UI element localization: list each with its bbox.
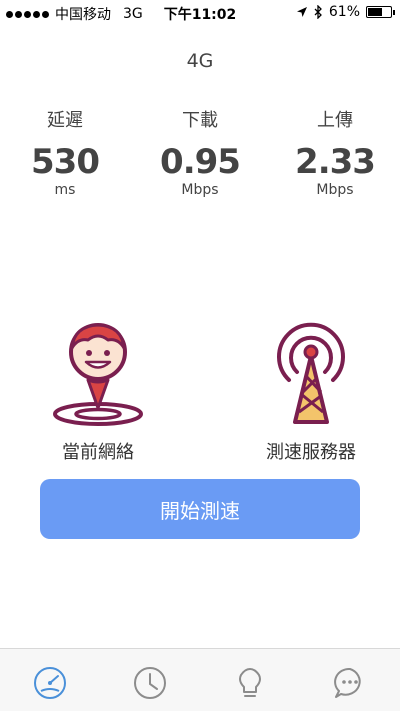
upload-metric: 上傳 2.33 Mbps	[270, 106, 400, 198]
start-test-button[interactable]: 開始測速	[40, 479, 360, 539]
latency-metric: 延遲 530 ms	[0, 106, 130, 198]
chat-icon	[334, 667, 361, 698]
bluetooth-icon	[314, 5, 322, 19]
battery-percent: 61%	[328, 4, 360, 20]
tab-tips[interactable]	[232, 665, 268, 701]
test-server-label: 測速服務器	[266, 442, 356, 463]
lightbulb-icon	[239, 668, 261, 697]
metric-label: 下載	[182, 110, 218, 131]
tab-messages[interactable]	[332, 665, 368, 701]
metric-value: 0.95	[160, 142, 241, 182]
signal-tower-icon	[277, 322, 345, 424]
location-arrow-icon	[296, 7, 307, 17]
user-location-icon	[53, 323, 143, 426]
metric-label: 延遲	[47, 110, 83, 131]
status-bar: 中国移动 3G 下午11:02 61%	[0, 0, 400, 26]
tab-history[interactable]	[132, 665, 168, 701]
battery-icon	[366, 6, 395, 18]
metric-unit: Mbps	[316, 182, 354, 198]
network-type-label: 4G	[186, 50, 214, 72]
metric-value: 530	[31, 142, 100, 182]
speedometer-icon	[34, 667, 66, 699]
metric-unit: Mbps	[181, 182, 219, 198]
clock-icon	[134, 667, 166, 699]
metric-value: 2.33	[295, 142, 376, 182]
tab-speed-test[interactable]	[32, 665, 68, 701]
current-network-label: 當前網絡	[62, 442, 134, 463]
test-server[interactable]: 測速服務器	[236, 318, 386, 464]
current-network[interactable]: 當前網絡	[23, 318, 173, 464]
tab-bar	[0, 648, 400, 711]
metric-unit: ms	[54, 182, 76, 198]
metric-label: 上傳	[317, 110, 353, 131]
status-right: 61%	[296, 4, 395, 20]
download-metric: 下載 0.95 Mbps	[135, 106, 265, 198]
